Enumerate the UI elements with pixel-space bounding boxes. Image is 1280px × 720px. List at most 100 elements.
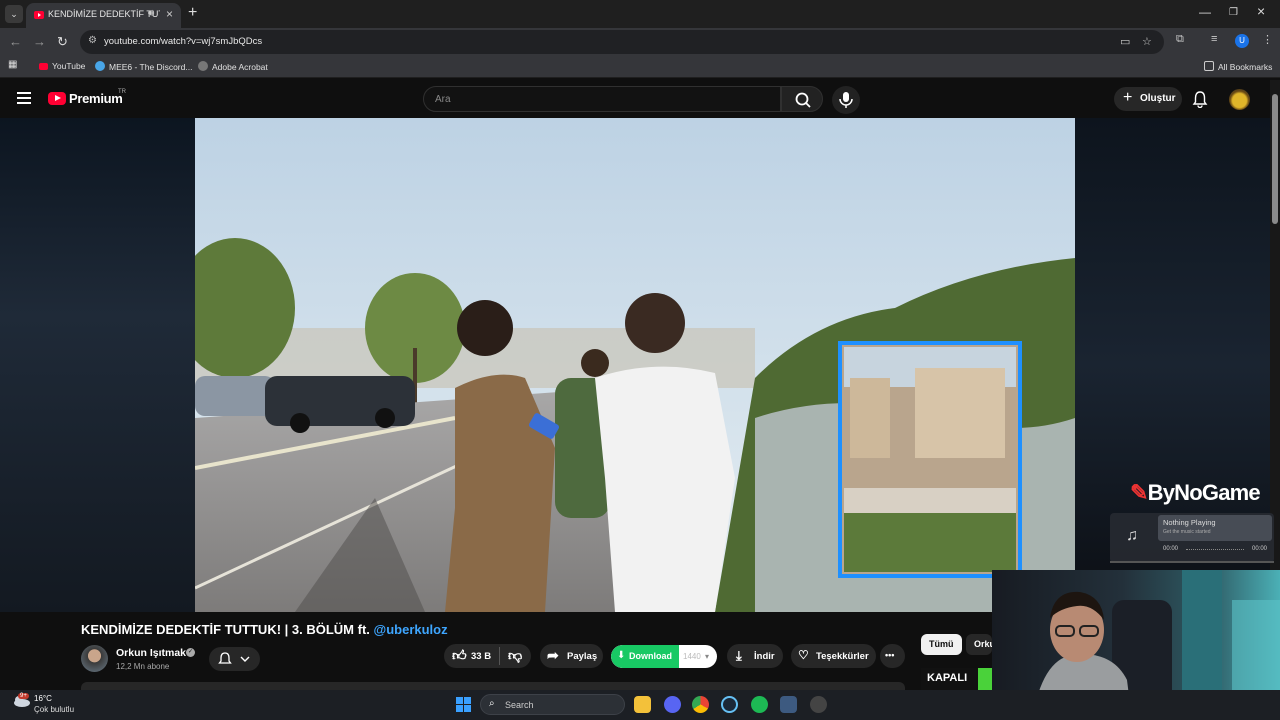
mee6-icon: [95, 61, 105, 71]
menu-icon[interactable]: ⋮: [1262, 33, 1273, 46]
bookmark-youtube[interactable]: YouTube: [39, 61, 85, 71]
windows-taskbar: 9+ 16°C Çok bulutlu ⌕ Search: [0, 690, 1280, 720]
subscription-bell-button[interactable]: [209, 647, 260, 671]
description-box[interactable]: [81, 682, 905, 690]
weather-condition[interactable]: Çok bulutlu: [34, 705, 74, 714]
more-actions-button[interactable]: •••: [880, 644, 905, 668]
share-icon: ➦: [547, 647, 559, 663]
create-button[interactable]: + Oluştur: [1114, 87, 1182, 111]
site-info-icon[interactable]: ⚙︎: [88, 35, 97, 46]
like-dislike-group: 👍︎ 33 B 👎︎: [444, 644, 531, 668]
search-button[interactable]: [781, 86, 823, 112]
now-playing-title: Nothing Playing: [1163, 518, 1216, 527]
bookmark-adobe[interactable]: Adobe Acrobat: [198, 61, 268, 72]
time-start: 00:00: [1163, 546, 1179, 552]
music-note-icon: ♫: [1126, 527, 1138, 544]
extensions-icon[interactable]: ⧉: [1176, 33, 1184, 46]
restore-icon[interactable]: ❐: [1229, 7, 1238, 18]
bookmark-star-icon[interactable]: ☆: [1142, 35, 1152, 48]
now-playing-subtitle: Get the music started: [1163, 529, 1211, 535]
search-input[interactable]: Ara: [423, 86, 781, 112]
spotify-icon[interactable]: [751, 696, 768, 713]
close-tab-icon[interactable]: ×: [166, 7, 173, 21]
reload-icon[interactable]: ↻: [57, 34, 68, 50]
minimize-icon[interactable]: —: [1199, 5, 1211, 19]
video-frame: [195, 118, 1075, 612]
bookmarks-bar: ▦ YouTube MEE6 - The Discord... Adobe Ac…: [0, 56, 1280, 78]
globe-icon: [198, 61, 208, 71]
tab-active[interactable]: KENDİMİZE DEDEKTİF TUTTUK! | 3. BÖLÜM ft…: [26, 3, 181, 28]
verified-check-icon: ✓: [186, 648, 195, 657]
mention-link[interactable]: @uberkuloz: [374, 622, 448, 637]
cast-icon[interactable]: ▭: [1120, 35, 1130, 48]
subscriber-count: 12,2 Mn abone: [116, 662, 170, 671]
download-quality: 1440: [683, 652, 701, 661]
youtube-header: Premium TR Ara + Oluştur: [0, 80, 1270, 118]
close-window-icon[interactable]: ×: [1257, 3, 1265, 19]
dropdown-caret-icon[interactable]: ▾: [705, 652, 709, 661]
all-bookmarks[interactable]: All Bookmarks: [1204, 61, 1272, 72]
plus-icon: +: [1123, 89, 1133, 106]
forward-icon[interactable]: →: [33, 34, 46, 49]
search-icon: [795, 92, 811, 108]
youtube-premium-label[interactable]: Premium: [69, 91, 123, 106]
address-bar[interactable]: ⚙︎ youtube.com/watch?v=wj7smJbQDcs ▭ ☆: [80, 30, 1164, 54]
now-playing-widget: ♫ Nothing Playing Get the music started …: [1110, 513, 1274, 563]
voice-search-button[interactable]: [832, 86, 860, 114]
folder-icon: [1204, 61, 1214, 71]
steam-icon[interactable]: [721, 696, 738, 713]
profile-avatar[interactable]: U: [1235, 34, 1249, 48]
hamburger-menu-icon[interactable]: [17, 92, 31, 104]
windows-start-icon[interactable]: [456, 697, 471, 712]
bynogame-logo: ✎︎ByNoGame: [1130, 480, 1261, 505]
notifications-bell-icon[interactable]: [1192, 90, 1208, 108]
chip-all[interactable]: Tümü: [921, 634, 962, 655]
download-arrow-icon: ⬇︎: [617, 650, 626, 661]
speaker-icon[interactable]: 🔊︎: [148, 8, 154, 19]
back-icon[interactable]: ←: [9, 34, 22, 49]
channel-avatar[interactable]: [81, 645, 108, 672]
live-status-banner: KAPALI: [921, 668, 992, 690]
chrome-icon[interactable]: [692, 696, 709, 713]
heart-dollar-icon: ♡: [798, 648, 809, 662]
country-code: TR: [118, 89, 126, 95]
account-avatar[interactable]: [1229, 89, 1250, 110]
indir-button[interactable]: ⤓ İndir: [727, 644, 783, 668]
tab-search-button[interactable]: ⌄: [5, 5, 23, 23]
youtube-favicon-icon: [34, 11, 44, 19]
media-controls-icon[interactable]: ≡: [1211, 33, 1217, 45]
like-count[interactable]: 33 B: [471, 651, 491, 662]
apps-grid-icon[interactable]: ▦: [8, 59, 17, 70]
like-icon[interactable]: 👍︎: [452, 647, 467, 664]
temperature[interactable]: 16°C: [34, 694, 52, 703]
weather-badge: 9+: [18, 693, 29, 699]
taskbar-search[interactable]: ⌕ Search: [480, 694, 625, 715]
chip-channel[interactable]: Orku: [966, 634, 992, 655]
gamepad-app-icon[interactable]: [780, 696, 797, 713]
search-icon: ⌕: [489, 698, 495, 709]
thanks-button[interactable]: ♡ Teşekkürler: [791, 644, 876, 668]
obs-icon[interactable]: [810, 696, 827, 713]
microphone-icon: [839, 92, 853, 108]
download-icon: ⤓: [736, 648, 742, 663]
feather-icon: ✎︎: [1130, 480, 1148, 505]
video-title: KENDİMİZE DEDEKTİF TUTTUK! | 3. BÖLÜM ft…: [81, 622, 448, 637]
video-player[interactable]: [195, 118, 1075, 612]
share-button[interactable]: ➦ Paylaş: [540, 644, 603, 668]
discord-icon[interactable]: [664, 696, 681, 713]
time-end: 00:00: [1252, 546, 1268, 552]
now-playing-progress: [1186, 549, 1244, 551]
channel-name[interactable]: Orkun Işıtmak: [116, 647, 186, 659]
tab-title: KENDİMİZE DEDEKTİF TUTTUK! | 3. BÖLÜM ft…: [48, 9, 160, 19]
ambient-left: [0, 118, 195, 612]
bell-chevron-icon: [218, 652, 250, 664]
dislike-icon[interactable]: 👎︎: [508, 647, 522, 664]
youtube-logo-icon[interactable]: [48, 92, 66, 105]
bookmark-mee6[interactable]: MEE6 - The Discord...: [95, 61, 192, 72]
download-extension-button[interactable]: Download ⬇︎ 1440 ▾: [611, 645, 717, 668]
new-tab-button[interactable]: +: [188, 4, 197, 22]
youtube-icon: [39, 63, 48, 70]
browser-tab-bar: ⌄ KENDİMİZE DEDEKTİF TUTTUK! | 3. BÖLÜM …: [0, 0, 1280, 28]
file-explorer-icon[interactable]: [634, 696, 651, 713]
url-text: youtube.com/watch?v=wj7smJbQDcs: [104, 36, 263, 47]
